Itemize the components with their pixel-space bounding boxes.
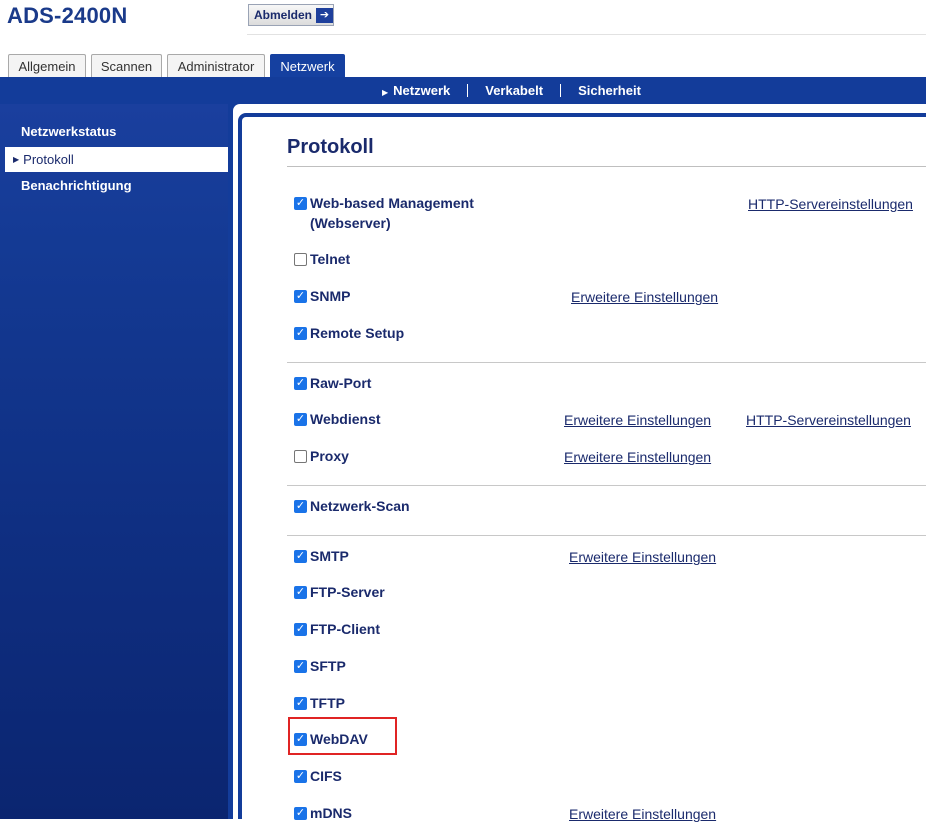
sidebar-item-benachrichtigung[interactable]: Benachrichtigung — [21, 178, 132, 193]
protocol-row-ftp-client: FTP-Client — [294, 621, 380, 639]
protocol-row-webdienst: Webdienst — [294, 411, 381, 429]
page-title: Protokoll — [287, 136, 374, 158]
sidebar-item-protokoll[interactable]: ▶ Protokoll — [5, 147, 228, 172]
logout-label: Abmelden — [254, 8, 313, 22]
protocol-row-sftp: SFTP — [294, 658, 346, 676]
checkbox-netzwerk-scan[interactable] — [294, 500, 307, 513]
protocol-row-netzwerk-scan: Netzwerk-Scan — [294, 498, 410, 516]
protocol-label: Proxy — [310, 448, 349, 464]
protocol-row-proxy: Proxy — [294, 448, 349, 466]
checkbox-webdienst[interactable] — [294, 413, 307, 426]
protocol-label: SMTP — [310, 548, 349, 564]
tab-scannen[interactable]: Scannen — [91, 54, 162, 77]
protocol-row-smtp: SMTP — [294, 548, 349, 566]
protocol-label: Webdienst — [310, 411, 381, 427]
checkbox-ftp-server[interactable] — [294, 586, 307, 599]
title-divider — [287, 166, 926, 167]
checkbox-telnet[interactable] — [294, 253, 307, 266]
section-divider — [287, 485, 926, 486]
protocol-row-mdns: mDNS — [294, 805, 353, 823]
checkbox-snmp[interactable] — [294, 290, 307, 303]
protocol-row-ftp-server: FTP-Server — [294, 584, 385, 602]
highlight-box — [288, 717, 397, 755]
tab-allgemein[interactable]: Allgemein — [8, 54, 86, 77]
link-smtp-erweitere-einstellungen[interactable]: Erweitere Einstellungen — [569, 549, 716, 565]
arrow-right-icon: ➔ — [316, 7, 333, 23]
protocol-row-snmp: SNMP — [294, 288, 351, 306]
triangle-right-icon: ▶ — [382, 88, 389, 97]
sidebar-item-netzwerkstatus[interactable]: Netzwerkstatus — [21, 124, 116, 139]
checkbox-smtp[interactable] — [294, 550, 307, 563]
link-proxy-erweitere-einstellungen[interactable]: Erweitere Einstellungen — [564, 449, 711, 465]
protocol-label: CIFS — [310, 768, 342, 784]
protocol-row-raw-port: Raw-Port — [294, 375, 372, 393]
checkbox-cifs[interactable] — [294, 770, 307, 783]
protocol-label: mDNS — [310, 805, 353, 821]
logout-button[interactable]: Abmelden ➔ — [248, 4, 334, 26]
protocol-label: Raw-Port — [310, 375, 372, 391]
subnav-bar: ▶ Netzwerk Verkabelt Sicherheit — [0, 77, 926, 104]
checkbox-mdns[interactable] — [294, 807, 307, 820]
link-snmp-erweitere-einstellungen[interactable]: Erweitere Einstellungen — [571, 289, 718, 305]
header-divider — [247, 34, 926, 35]
checkbox-sftp[interactable] — [294, 660, 307, 673]
protocol-row-telnet: Telnet — [294, 251, 351, 269]
subnav-separator — [467, 84, 469, 97]
checkbox-proxy[interactable] — [294, 450, 307, 463]
protocol-label: Telnet — [310, 251, 351, 267]
checkbox-ftp-client[interactable] — [294, 623, 307, 636]
link-http-servereinstellungen[interactable]: HTTP-Servereinstellungen — [748, 196, 913, 212]
checkbox-tftp[interactable] — [294, 697, 307, 710]
tab-netzwerk[interactable]: Netzwerk — [270, 54, 345, 77]
protocol-label: Web-based Management (Webserver) — [310, 195, 474, 231]
subnav-verkabelt[interactable]: Verkabelt — [485, 83, 543, 98]
protocol-row-cifs: CIFS — [294, 768, 342, 786]
protocol-label: SFTP — [310, 658, 346, 674]
protocol-row-remote-setup: Remote Setup — [294, 325, 405, 343]
link-webdienst-erweitere-einstellungen[interactable]: Erweitere Einstellungen — [564, 412, 711, 428]
triangle-right-icon: ▶ — [13, 155, 20, 164]
protocol-label: FTP-Server — [310, 584, 385, 600]
protocol-label: FTP-Client — [310, 621, 380, 637]
checkbox-remote-setup[interactable] — [294, 327, 307, 340]
subnav-sicherheit[interactable]: Sicherheit — [578, 83, 641, 98]
main-tabs: Allgemein Scannen Administrator Netzwerk — [0, 54, 926, 77]
section-divider — [287, 362, 926, 363]
protocol-label: SNMP — [310, 288, 351, 304]
protocol-label: TFTP — [310, 695, 345, 711]
protocol-label: Remote Setup — [310, 325, 405, 341]
checkbox-webserver[interactable] — [294, 197, 307, 210]
tab-administrator[interactable]: Administrator — [167, 54, 265, 77]
model-name: ADS-2400N — [7, 3, 128, 28]
checkbox-raw-port[interactable] — [294, 377, 307, 390]
subnav-separator — [560, 84, 562, 97]
link-webdienst-http-servereinstellungen[interactable]: HTTP-Servereinstellungen — [746, 412, 911, 428]
link-mdns-erweitere-einstellungen[interactable]: Erweitere Einstellungen — [569, 806, 716, 822]
header: ADS-2400N Abmelden ➔ — [0, 0, 926, 34]
protocol-row-tftp: TFTP — [294, 695, 345, 713]
sidebar: Netzwerkstatus ▶ Protokoll Benachrichtig… — [0, 104, 228, 819]
section-divider — [287, 535, 926, 536]
subnav-netzwerk[interactable]: ▶ Netzwerk — [382, 83, 450, 98]
protocol-row-webserver: Web-based Management (Webserver) — [294, 195, 490, 233]
protocol-label: Netzwerk-Scan — [310, 498, 410, 514]
